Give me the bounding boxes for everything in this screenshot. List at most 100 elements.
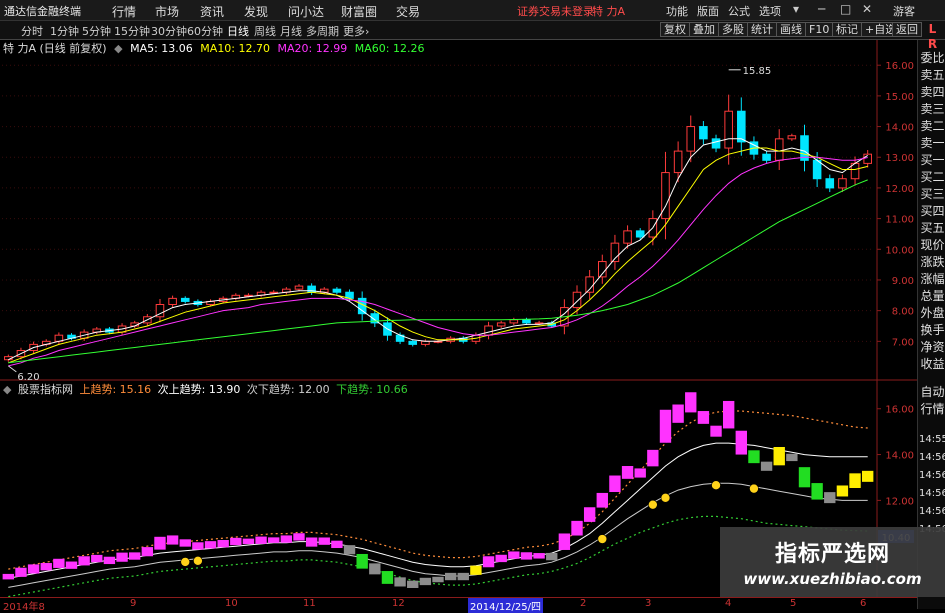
candle-body (762, 153, 771, 161)
candle-body (711, 138, 721, 149)
candle-body (509, 319, 519, 324)
maximize-icon[interactable]: □ (840, 2, 851, 16)
trading-terminal: 通达信金融终端 行情 市场 资讯 发现 问小达 财富圈 交易 证券交易未登录 特… (0, 0, 945, 613)
draw-line-button[interactable]: 画线 (776, 22, 806, 37)
date-label: 11 (303, 598, 316, 609)
trend-block (394, 577, 406, 587)
multi-stock-button[interactable]: 多股 (718, 22, 748, 37)
trend-block (432, 576, 444, 583)
overlay-button[interactable]: 叠加 (689, 22, 719, 37)
ma10-line (8, 147, 868, 364)
login-status[interactable]: 证券交易未登录 (517, 3, 594, 19)
price-tick-label: 12.00 (885, 184, 914, 195)
trend-block (280, 535, 293, 543)
trend-block (217, 540, 229, 548)
trend-block (520, 552, 533, 560)
price-tick-label: 8.00 (892, 307, 914, 318)
trend-block (2, 573, 15, 580)
ma20-line (8, 156, 868, 367)
menu-bar: 通达信金融终端 行情 市场 资讯 发现 问小达 财富圈 交易 证券交易未登录 特… (0, 0, 945, 21)
price-tick-label: 15.00 (885, 92, 914, 103)
period-tab-60min[interactable]: 60分钟 (187, 23, 223, 39)
side-time-1: 14:55 (919, 434, 945, 445)
trend-block (722, 400, 735, 429)
period-tab-5min[interactable]: 5分钟 (82, 23, 111, 39)
menu-item-trade[interactable]: 交易 (396, 3, 420, 20)
date-axis: 2014年8 9 10 11 12 2014/12/25/四 2 3 4 5 6 (0, 597, 917, 613)
price-tick-label: 13.00 (885, 153, 914, 164)
statistics-button[interactable]: 统计 (747, 22, 777, 37)
period-tab-daily[interactable]: 日线 (227, 23, 249, 39)
close-icon[interactable]: ✕ (862, 2, 872, 16)
date-label: 6 (860, 598, 867, 609)
selected-date-label[interactable]: 2014/12/25/四 (468, 598, 544, 613)
side-item-buy3: 买三 (920, 187, 945, 201)
side-item-earnings: 收益 (920, 357, 945, 371)
menu-dropdown-icon[interactable]: ▾ (793, 2, 799, 16)
menu-item-discover[interactable]: 发现 (244, 3, 268, 20)
side-time-2: 14:56 (919, 452, 945, 463)
guest-label[interactable]: 游客 (893, 3, 915, 19)
side-item-change: 涨跌 (920, 255, 945, 269)
trend-block (192, 542, 204, 550)
high-price-label: 15.85 (743, 66, 772, 77)
period-tab-15min[interactable]: 15分钟 (114, 23, 150, 39)
trend-block (419, 577, 432, 586)
trend-block (230, 537, 242, 546)
menu-item-layout[interactable]: 版面 (697, 3, 719, 19)
mark-button[interactable]: 标记 (832, 22, 862, 37)
trend-block (305, 537, 318, 547)
side-item-price: 现价 (920, 238, 945, 252)
candles-group (4, 94, 872, 362)
minimize-icon[interactable]: ─ (818, 2, 825, 16)
side-r-label[interactable]: R (919, 37, 945, 52)
side-l-label[interactable]: L (919, 22, 945, 37)
period-tab-1min[interactable]: 1分钟 (50, 23, 79, 39)
adjust-button[interactable]: 复权 (660, 22, 690, 37)
side-time-4: 14:56 (919, 488, 945, 499)
trend-block (533, 553, 545, 559)
period-tab-30min[interactable]: 30分钟 (151, 23, 187, 39)
trend-block (583, 507, 596, 522)
side-item-buy1: 买一 (920, 153, 945, 167)
side-time-3: 14:56 (919, 470, 945, 481)
trend-block (495, 554, 507, 563)
chart-canvas[interactable]: 16.00 15.00 14.00 13.00 12.00 11.00 10.00 9.00 8… (0, 40, 917, 597)
current-stock: 特 力A (592, 5, 626, 18)
quote-side-panel: L R 委比 卖五 卖四 卖三 卖二 卖一 买一 买二 买三 买四 买五 现价 … (917, 22, 945, 609)
side-item-auto[interactable]: 自动 (919, 385, 945, 400)
menu-item-formula[interactable]: 公式 (728, 3, 750, 19)
candle-body (838, 178, 847, 189)
menu-item-options[interactable]: 选项 (759, 3, 781, 19)
menu-item-functions[interactable]: 功能 (666, 3, 688, 19)
back-button[interactable]: 返回 (892, 22, 922, 37)
date-label: 5 (790, 598, 797, 609)
period-tab-weekly[interactable]: 周线 (254, 23, 276, 39)
menu-item-market-quotes[interactable]: 行情 (112, 3, 136, 20)
side-item-quotes[interactable]: 行情 (919, 402, 945, 417)
date-label: 2014年8 (3, 602, 45, 613)
period-tab-multi[interactable]: 多周期 (306, 23, 339, 39)
trend-block (166, 535, 179, 545)
candle-body (673, 150, 683, 174)
f10-button[interactable]: F10 (805, 22, 834, 37)
side-item-turnover: 换手 (920, 323, 945, 337)
low-marker-line (8, 365, 17, 373)
menu-item-ask[interactable]: 问小达 (288, 3, 324, 20)
period-tab-monthly[interactable]: 月线 (280, 23, 302, 39)
trend-block (78, 556, 90, 566)
menu-item-market[interactable]: 市场 (155, 3, 179, 20)
trend-block (381, 571, 394, 584)
trend-block (508, 551, 520, 559)
trend-block (546, 552, 558, 561)
period-tab-timeshare[interactable]: 分时 (21, 23, 43, 39)
trend-block (53, 558, 65, 568)
trend-block (116, 552, 128, 562)
trend-block (27, 564, 40, 574)
signal-smiley-icon (193, 555, 203, 566)
menu-item-wealth[interactable]: 财富圈 (341, 3, 377, 20)
date-label: 12 (392, 598, 405, 609)
period-tab-more[interactable]: 更多› (343, 23, 369, 39)
menu-item-news[interactable]: 资讯 (200, 3, 224, 20)
trend-block (204, 541, 217, 549)
